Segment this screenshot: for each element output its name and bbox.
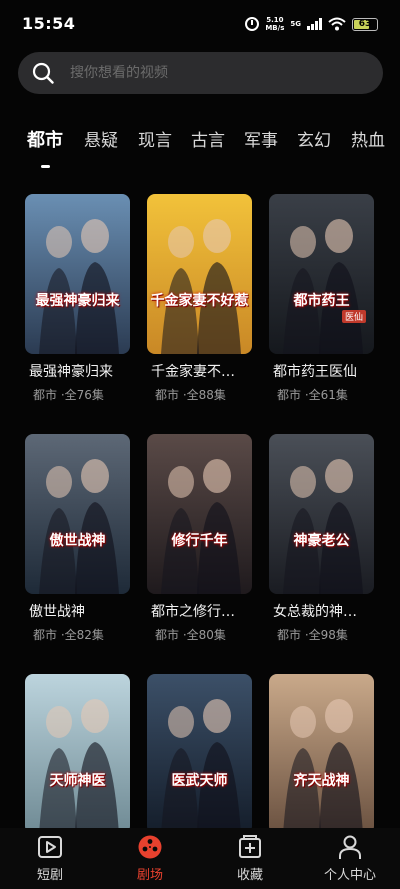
drama-title: 女总裁的神… [273, 604, 357, 620]
tab-rexue[interactable]: 热血 [351, 126, 385, 151]
network-type: 5G [290, 19, 301, 28]
tab-xuanhuan[interactable]: 玄幻 [297, 126, 331, 151]
wifi-icon [328, 17, 346, 31]
search-bar[interactable] [18, 52, 383, 94]
drama-title: 都市药王医仙 [273, 364, 357, 380]
nav-item-short-drama[interactable]: 短剧 [10, 834, 90, 883]
nav-label-favorites: 收藏 [236, 868, 263, 883]
drama-title: 都市之修行… [151, 604, 235, 620]
status-time: 15:54 [22, 14, 76, 33]
drama-title: 千金家妻不… [151, 364, 235, 380]
search-input[interactable] [70, 65, 340, 81]
drama-meta: 都市 ·全98集 [277, 628, 348, 642]
tab-xuanyi[interactable]: 悬疑 [84, 126, 118, 151]
drama-card[interactable]: 医武天师 [147, 674, 252, 834]
drama-card[interactable]: 修行千年都市之修行… 都市 ·全80集 [147, 434, 252, 642]
alarm-icon [245, 17, 260, 31]
poster-title-text: 最强神豪归来 [35, 293, 120, 309]
tab-guyan[interactable]: 古言 [191, 126, 225, 151]
nav-item-profile[interactable]: 个人中心 [310, 834, 390, 883]
drama-meta: 都市 ·全82集 [33, 628, 104, 642]
drama-meta: 都市 ·全80集 [155, 628, 226, 642]
poster-title-text: 千金家妻不好惹 [150, 293, 249, 309]
drama-poster[interactable]: 千金家妻不好惹 [147, 194, 252, 354]
poster-title-text: 齐天战神 [293, 773, 350, 789]
poster-title-text: 都市药王 [293, 293, 350, 309]
battery-level: 63 [358, 19, 372, 29]
person-icon [339, 835, 361, 859]
search-icon [32, 62, 54, 84]
drama-card[interactable]: 天师神医 [25, 674, 130, 834]
nav-item-theater[interactable]: 剧场 [110, 834, 190, 883]
drama-card[interactable]: 傲世战神 傲世战神 都市 ·全82集 [25, 434, 130, 642]
poster-title-text: 医武天师 [171, 773, 228, 789]
drama-meta: 都市 ·全76集 [33, 388, 104, 402]
drama-poster[interactable]: 傲世战神 [25, 434, 130, 594]
network-speed-value: 5.10 [266, 16, 284, 24]
category-tabs: 都市 悬疑 现言 古言 军事 玄幻 热血 [0, 126, 400, 166]
nav-label-profile: 个人中心 [323, 868, 376, 883]
film-reel-icon [138, 835, 162, 859]
drama-poster[interactable]: 神豪老公 [269, 434, 374, 594]
nav-label-theater: 剧场 [136, 868, 163, 883]
status-icons: 5.10 MB/s 5G 63 [245, 14, 378, 34]
bookmark-add-icon [239, 835, 261, 858]
drama-card[interactable]: 齐天战神 [269, 674, 374, 834]
tab-dushi[interactable]: 都市 [27, 126, 63, 152]
poster-title-text: 神豪老公 [293, 533, 350, 549]
drama-poster[interactable]: 医武天师 [147, 674, 252, 834]
status-bar: 15:54 5.10 MB/s 5G 63 [0, 0, 400, 48]
tab-junshi[interactable]: 军事 [244, 126, 278, 151]
poster-title-text: 傲世战神 [49, 533, 106, 549]
poster-title-text: 天师神医 [49, 773, 106, 789]
network-speed-unit: MB/s [265, 24, 285, 32]
battery-icon: 63 [352, 17, 378, 31]
poster-title-text: 修行千年 [171, 533, 228, 549]
play-square-icon [38, 836, 62, 858]
network-type-label: 5G [290, 19, 301, 28]
drama-poster[interactable]: 齐天战神 [269, 674, 374, 834]
nav-label-short-drama: 短剧 [36, 868, 63, 883]
tab-xianyan[interactable]: 现言 [138, 126, 172, 151]
drama-title: 傲世战神 [29, 604, 85, 620]
network-speed: 5.10 MB/s [265, 16, 284, 32]
drama-card[interactable]: 千金家妻不好惹 千金家妻不… 都市 ·全88集 [147, 194, 252, 402]
drama-card[interactable]: 最强神豪归来 最强神豪归来 都市 ·全76集 [25, 194, 130, 402]
drama-title: 最强神豪归来 [29, 364, 113, 380]
drama-poster[interactable]: 天师神医 [25, 674, 130, 834]
bottom-nav: 短剧 剧场 收藏 个人中心 [0, 828, 400, 889]
drama-meta: 都市 ·全88集 [155, 388, 226, 402]
drama-poster[interactable]: 修行千年 [147, 434, 252, 594]
active-tab-indicator [41, 165, 50, 168]
drama-card[interactable]: 都市药王 医仙 都市药王医仙 都市 ·全61集 [269, 194, 374, 402]
drama-poster[interactable]: 最强神豪归来 [25, 194, 130, 354]
nav-item-favorites[interactable]: 收藏 [210, 834, 290, 883]
drama-meta: 都市 ·全61集 [277, 388, 348, 402]
poster-subtitle-text: 医仙 [341, 310, 366, 323]
cell-signal-icon [307, 18, 322, 30]
drama-poster[interactable]: 都市药王 医仙 [269, 194, 374, 354]
drama-card[interactable]: 神豪老公女总裁的神… 都市 ·全98集 [269, 434, 374, 642]
